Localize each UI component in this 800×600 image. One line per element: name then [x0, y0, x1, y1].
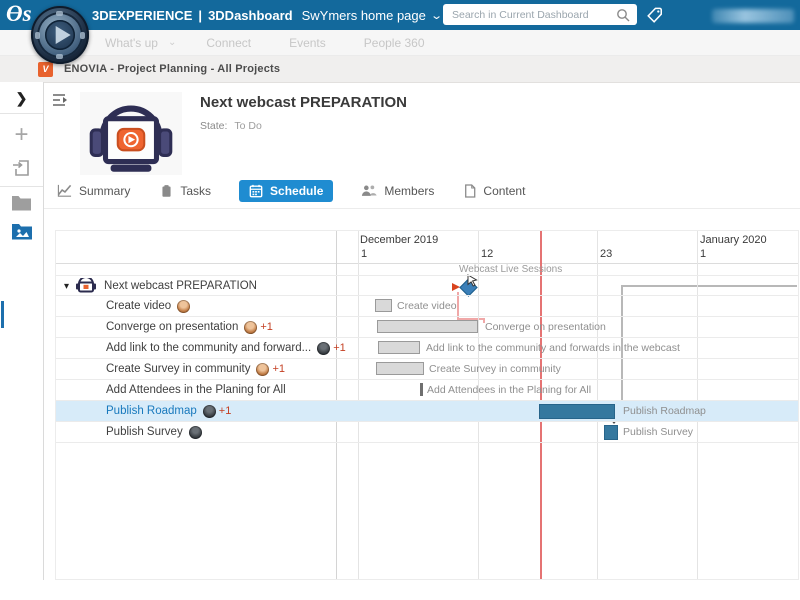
assignee-avatar[interactable] [177, 300, 190, 313]
topbar: Ɵs 3DEXPERIENCE | 3DDashboard SwYmers ho… [0, 0, 800, 30]
play-icon [55, 26, 70, 44]
gantt-bar-add-link-to-the-community-and-forward[interactable] [378, 341, 420, 354]
compass-icon[interactable] [31, 6, 89, 64]
search-input[interactable] [443, 9, 616, 21]
gantt-bar-create-video[interactable] [375, 299, 392, 312]
webcast-thumbnail [80, 92, 182, 175]
task-row-next-webcast-preparation[interactable]: ▾ Next webcast PREPARATION [56, 275, 798, 296]
tag-icon[interactable] [645, 6, 664, 30]
chart-icon [57, 183, 72, 198]
task-row-create-survey-in-community[interactable]: Create Survey in community +1 [56, 359, 798, 380]
task-name[interactable]: Create Survey in community [106, 363, 250, 375]
task-name[interactable]: Add link to the community and forward... [106, 342, 311, 354]
gantt-bar-create-survey-in-community[interactable] [376, 362, 424, 375]
project-state: State: To Do [200, 120, 262, 132]
timeline-month-label: December 2019 [360, 234, 438, 246]
webcast-icon [75, 278, 97, 294]
subnav-items: What's up ⌄ Connect Events People 360 [105, 36, 463, 50]
gantt-bar-label: Add link to the community and forwards i… [426, 338, 680, 359]
webcast-icon [80, 92, 182, 175]
gantt-schedule: December 2019January 2020112231Webcast L… [55, 230, 799, 580]
users-icon [361, 184, 377, 197]
plus-icon: + [14, 126, 28, 144]
gantt-bar-publish-survey[interactable] [604, 425, 618, 440]
assignee-count-badge: +1 [333, 342, 346, 354]
subnav-item-what-s-up[interactable]: What's up [105, 36, 158, 50]
gantt-bar-label: Create video [397, 296, 457, 317]
gantt-bar-publish-roadmap[interactable] [539, 404, 615, 419]
tab-schedule[interactable]: Schedule [239, 180, 333, 202]
calendar-icon [249, 184, 263, 198]
app-bar: V ENOVIA - Project Planning - All Projec… [0, 56, 800, 83]
task-name[interactable]: Add Attendees in the Planing for All [106, 384, 286, 396]
sidebar-expand-button[interactable]: ❯ [0, 90, 43, 107]
assignee-avatar[interactable] [256, 363, 269, 376]
tab-content[interactable]: Content [462, 180, 527, 202]
import-icon [12, 158, 32, 183]
file-icon [464, 184, 476, 198]
gantt-bar-label: Add Attendees in the Planing for All [427, 380, 591, 401]
clipboard-icon [160, 184, 173, 198]
chevron-down-icon[interactable]: ⌄ [430, 9, 443, 22]
brand-3ddashboard: 3DDashboard [208, 8, 293, 23]
tab-members[interactable]: Members [359, 180, 436, 202]
sidebar-add-button[interactable]: + [0, 126, 43, 144]
timeline-month-label: January 2020 [700, 234, 767, 246]
gantt-bar-label: Publish Roadmap [623, 401, 706, 422]
tabs: Summary Tasks Schedule Members Content [55, 179, 527, 202]
gantt-bar-label: Create Survey in community [429, 359, 561, 380]
sidebar-media-folder-button[interactable] [0, 222, 43, 245]
state-value: To Do [234, 120, 261, 132]
assignee-avatar[interactable] [317, 342, 330, 355]
assignee-avatar[interactable] [189, 426, 202, 439]
breadcrumb: ENOVIA - Project Planning - All Projects [64, 63, 280, 75]
sidebar-folder-button[interactable] [0, 194, 43, 216]
timeline-day-label: 1 [361, 248, 367, 260]
tab-summary[interactable]: Summary [55, 179, 132, 202]
gantt-bar-converge-on-presentation[interactable] [377, 320, 478, 333]
assignee-count-badge: +1 [272, 363, 285, 375]
timeline-day-label: 23 [600, 248, 612, 260]
assignee-avatar[interactable] [244, 321, 257, 334]
task-name[interactable]: Create video [106, 300, 171, 312]
3ds-logo: Ɵs [6, 1, 32, 27]
gantt-bar-label: Publish Survey [623, 422, 693, 443]
page-title: Next webcast PREPARATION [200, 94, 407, 111]
dashboard-name[interactable]: SwYmers home page [302, 8, 426, 23]
subnav: What's up ⌄ Connect Events People 360 [0, 30, 800, 56]
sidebar-import-button[interactable] [0, 158, 43, 183]
task-name[interactable]: Publish Survey [106, 426, 183, 438]
gantt-bar-add-attendees-in-the-planing-for-all[interactable] [420, 383, 423, 396]
gantt-bar-label: Converge on presentation [485, 317, 606, 338]
brand-3dexperience: 3DEXPERIENCE [92, 8, 192, 23]
panel-expand-icon[interactable] [50, 91, 70, 116]
chevron-down-icon: ⌄ [168, 37, 176, 48]
sidebar: ❯ + [0, 82, 44, 580]
task-name[interactable]: Next webcast PREPARATION [104, 280, 257, 292]
tab-tasks[interactable]: Tasks [158, 180, 213, 202]
subnav-item-connect[interactable]: Connect [206, 36, 251, 50]
brand-separator: | [198, 8, 202, 23]
task-name[interactable]: Converge on presentation [106, 321, 238, 333]
folder-media-icon [11, 222, 33, 245]
state-label: State: [200, 120, 227, 132]
chevron-right-icon: ❯ [16, 90, 28, 107]
assignee-count-badge: +1 [260, 321, 273, 333]
assignee-count-badge: +1 [219, 405, 232, 417]
user-name-redacted[interactable] [712, 9, 794, 23]
subnav-item-people-360[interactable]: People 360 [364, 36, 425, 50]
assignee-avatar[interactable] [203, 405, 216, 418]
search-icon[interactable] [616, 8, 630, 22]
search-box [443, 4, 637, 25]
collapse-caret-icon[interactable]: ▾ [64, 281, 69, 292]
brand: 3DEXPERIENCE | 3DDashboard SwYmers home … [92, 0, 441, 30]
subnav-item-events[interactable]: Events [289, 36, 326, 50]
timeline-day-label: 1 [700, 248, 706, 260]
enovia-icon: V [38, 62, 53, 77]
timeline-day-label: 12 [481, 248, 493, 260]
task-name[interactable]: Publish Roadmap [106, 405, 197, 417]
folder-icon [11, 194, 32, 216]
